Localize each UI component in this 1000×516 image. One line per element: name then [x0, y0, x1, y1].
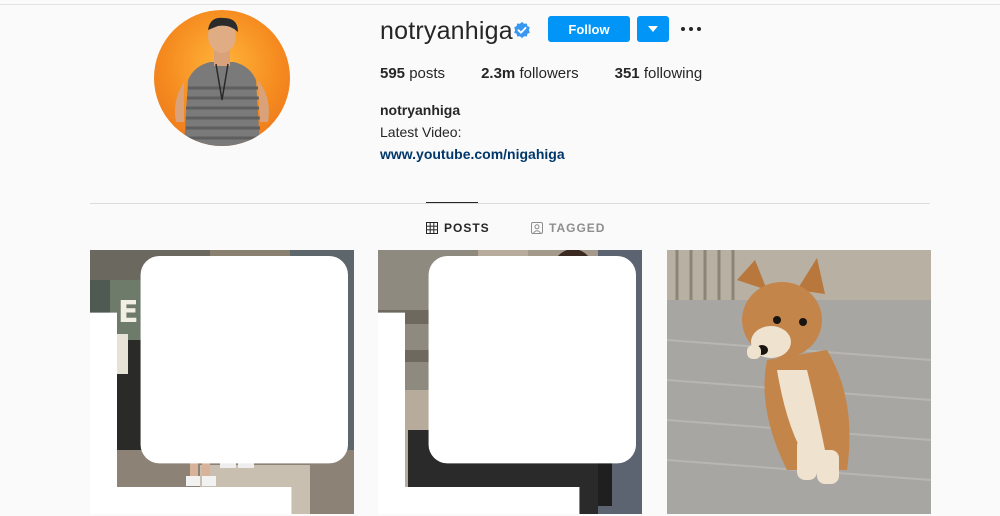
tabs-divider	[90, 203, 930, 204]
tab-posts-label: POSTS	[444, 221, 490, 235]
following-label: following	[643, 65, 703, 82]
followers-count: 2.3m	[481, 65, 516, 82]
profile-full-name: notryanhiga	[380, 102, 461, 118]
follow-button[interactable]: Follow	[548, 16, 630, 42]
tab-tagged[interactable]: TAGGED	[531, 221, 605, 235]
post-thumbnail[interactable]: ENJOY	[90, 250, 354, 514]
post-thumbnail[interactable]: FRAMAR	[378, 250, 642, 514]
profile-avatar[interactable]	[154, 10, 290, 146]
grid-icon	[426, 222, 438, 234]
suggested-accounts-dropdown-button[interactable]	[637, 16, 669, 42]
top-divider	[0, 4, 1000, 5]
posts-label: posts	[409, 65, 446, 82]
following-count: 351	[614, 65, 640, 82]
profile-website-link[interactable]: www.youtube.com/nigahiga	[380, 146, 565, 162]
profile-bio: Latest Video:	[380, 124, 462, 140]
profile-username: notryanhiga	[380, 17, 513, 45]
followers-count-stat[interactable]: 2.3m followers	[481, 65, 579, 82]
posts-count: 595	[380, 65, 406, 82]
posts-count-stat: 595 posts	[380, 65, 445, 82]
tagged-icon	[531, 222, 543, 234]
following-count-stat[interactable]: 351 following	[615, 65, 703, 82]
multiple-photos-icon	[378, 256, 636, 514]
more-options-icon	[681, 27, 701, 31]
verified-badge-icon	[514, 21, 530, 39]
followers-label: followers	[519, 65, 579, 82]
profile-stats: 595 posts 2.3m followers 351 following	[380, 65, 738, 82]
multiple-photos-icon	[90, 256, 348, 514]
active-tab-indicator	[426, 202, 478, 203]
more-options-button[interactable]	[678, 18, 704, 40]
post-image	[667, 250, 931, 514]
tab-posts[interactable]: POSTS	[426, 221, 490, 235]
tab-tagged-label: TAGGED	[549, 221, 606, 235]
chevron-down-icon	[648, 26, 658, 32]
post-thumbnail[interactable]	[667, 250, 931, 514]
